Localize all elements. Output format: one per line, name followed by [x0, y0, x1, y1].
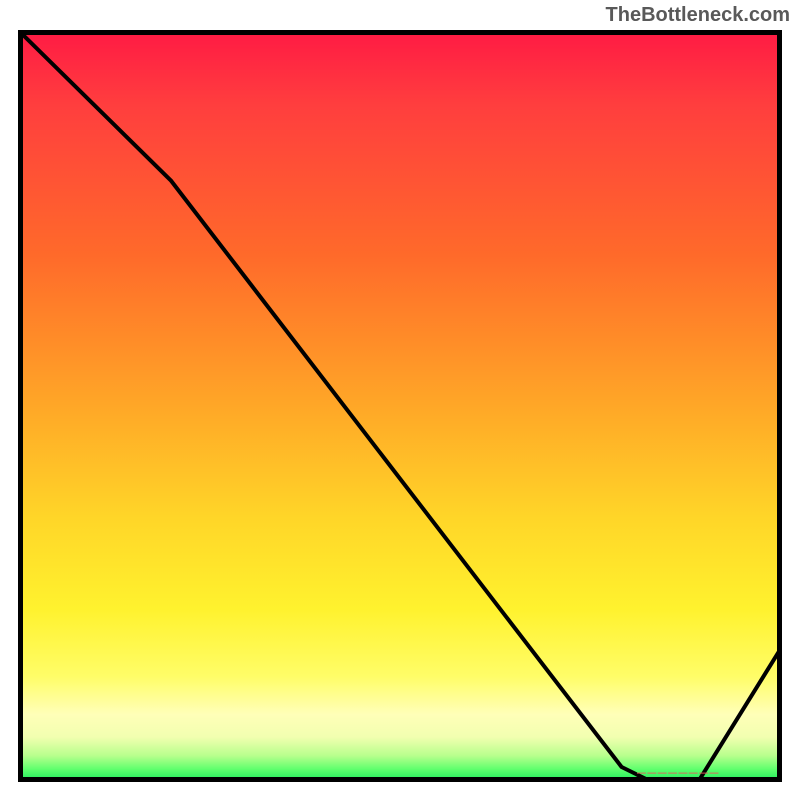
watermark-text: TheBottleneck.com — [606, 4, 790, 27]
plot-border-left — [18, 30, 23, 782]
plot-border-right — [777, 30, 782, 782]
chart-container: TheBottleneck.com ──────── — [0, 0, 800, 800]
plot-border-bottom — [18, 777, 782, 782]
plot-area: ──────── — [18, 30, 782, 782]
heat-gradient-background — [18, 30, 782, 782]
plot-border-top — [18, 30, 782, 35]
